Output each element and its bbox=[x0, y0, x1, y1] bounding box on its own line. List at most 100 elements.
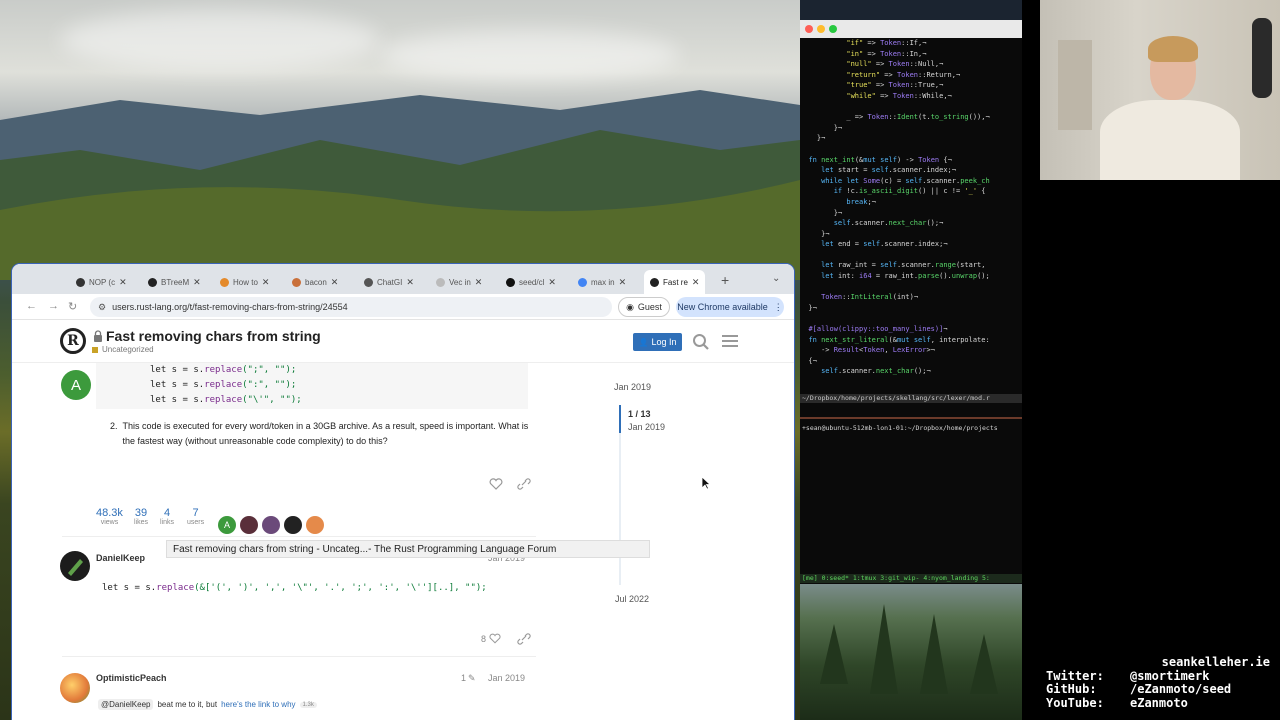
code-line: }¬ bbox=[800, 208, 843, 217]
hamburger-menu-icon[interactable] bbox=[722, 334, 738, 348]
close-icon[interactable]: ✕ bbox=[475, 277, 483, 288]
editor-code[interactable]: "if" => Token::If,¬ "in" => Token::In,¬ … bbox=[800, 38, 1022, 394]
forward-icon[interactable]: → bbox=[48, 300, 59, 312]
close-icon[interactable]: ✕ bbox=[193, 277, 201, 288]
website-domain: seankelleher.ie bbox=[1161, 655, 1270, 669]
post-paragraph: 2. This code is executed for every word/… bbox=[110, 421, 529, 446]
avatar[interactable]: A bbox=[61, 370, 91, 400]
close-icon[interactable]: ✕ bbox=[406, 277, 414, 288]
browser-window: NOP (c ✕ BTreeM ✕ How to ✕ bacon ✕ ChatGI ✕ V… bbox=[12, 264, 794, 720]
timeline-position-date: Jan 2019 bbox=[628, 422, 666, 432]
back-icon[interactable]: ← bbox=[26, 300, 37, 312]
inline-link[interactable]: here's the link to why bbox=[221, 700, 295, 709]
avatar-image bbox=[68, 559, 83, 576]
more-vert-icon[interactable]: ⋮ bbox=[774, 302, 783, 313]
social-row-github: GitHub:/eZanmoto/seed bbox=[1046, 682, 1232, 696]
like-count[interactable]: 8 bbox=[481, 633, 501, 644]
site-settings-icon[interactable]: ⚙ bbox=[98, 302, 106, 313]
tab-max-in[interactable]: max in ✕ bbox=[578, 270, 626, 294]
edit-count[interactable]: 1 ✎ bbox=[461, 673, 476, 684]
code-line: }¬ bbox=[800, 134, 826, 143]
tab-favicon bbox=[364, 277, 373, 287]
pane-divider[interactable] bbox=[800, 417, 1022, 419]
tab-fast-removing[interactable]: Fast re ✕ bbox=[644, 270, 706, 294]
desktop-wallpaper-forest bbox=[800, 584, 1022, 720]
social-row-twitter: Twitter: @smortimerk bbox=[1046, 668, 1210, 683]
code-line: "while" => Token::While,¬ bbox=[846, 91, 952, 100]
link-icon[interactable] bbox=[517, 633, 531, 645]
topic-title[interactable]: Fast removing chars from string bbox=[106, 328, 321, 344]
webcam-background-bag bbox=[1252, 18, 1272, 98]
link-icon[interactable] bbox=[517, 478, 531, 490]
close-icon[interactable]: ✕ bbox=[262, 277, 270, 288]
participant-avatar[interactable] bbox=[306, 516, 324, 534]
new-chrome-available-button[interactable]: New Chrome available ⋮ bbox=[676, 297, 784, 317]
site-header: R Fast removing chars from string Uncate… bbox=[12, 321, 794, 363]
tab-btreem[interactable]: BTreeM ✕ bbox=[148, 270, 201, 294]
shell-prompt[interactable]: +sean@ubuntu-512mb-lon1-01:~/Dropbox/hom… bbox=[802, 424, 1022, 432]
social-links-overlay: seankelleher.ie Twitter: @smortimerk GitH… bbox=[1046, 655, 1276, 710]
code-line: #[allow(clippy::too_many_lines)]¬ bbox=[808, 325, 948, 334]
close-icon[interactable]: ✕ bbox=[548, 277, 556, 288]
tab-favicon bbox=[220, 277, 229, 287]
login-button[interactable]: 👤 Log In bbox=[633, 333, 682, 351]
reload-icon[interactable]: ↻ bbox=[68, 300, 77, 313]
code-line: fn next_str_literal(&mut self, interpola… bbox=[808, 335, 990, 344]
code-line: "in" => Token::In,¬ bbox=[846, 49, 927, 58]
category-badge[interactable]: Uncategorized bbox=[92, 345, 154, 354]
post-author[interactable]: OptimisticPeach bbox=[96, 673, 167, 683]
rust-logo[interactable]: R bbox=[60, 328, 86, 354]
tab-bacon[interactable]: bacon ✕ bbox=[292, 270, 338, 294]
tab-nop[interactable]: NOP (c ✕ bbox=[76, 270, 127, 294]
stat-users: 7 users bbox=[187, 507, 205, 526]
heart-icon bbox=[489, 633, 501, 644]
new-tab-icon[interactable]: + bbox=[721, 272, 729, 288]
timeline-handle[interactable] bbox=[619, 405, 621, 433]
avatar[interactable] bbox=[60, 673, 90, 703]
avatar[interactable] bbox=[60, 551, 90, 581]
tab-how-to[interactable]: How to ✕ bbox=[220, 270, 269, 294]
heart-icon[interactable] bbox=[489, 478, 503, 490]
stat-links[interactable]: 4 links bbox=[160, 507, 174, 526]
timeline-start-date[interactable]: Jan 2019 bbox=[614, 382, 651, 392]
maximize-window-button[interactable] bbox=[829, 25, 837, 33]
code-line: let end = self.scanner.index;¬ bbox=[821, 240, 948, 249]
close-icon[interactable]: ✕ bbox=[619, 277, 627, 288]
close-icon[interactable]: ✕ bbox=[119, 277, 127, 288]
code-block: let s = s.replace(";", ""); let s = s.re… bbox=[96, 361, 528, 409]
code-line-1: let s = s.replace(";", ""); bbox=[150, 365, 297, 375]
rust-icon bbox=[650, 277, 659, 287]
search-icon[interactable] bbox=[692, 333, 710, 351]
webcam-person-hair bbox=[1148, 36, 1198, 62]
post-author[interactable]: DanielKeep bbox=[96, 553, 145, 563]
editor-statusline: ~/Dropbox/home/projects/skellang/src/lex… bbox=[800, 394, 1022, 403]
user-mention[interactable]: @DanielKeep bbox=[98, 699, 154, 710]
code-line: self.scanner.next_char();¬ bbox=[833, 219, 944, 228]
close-icon[interactable]: ✕ bbox=[692, 277, 700, 288]
post-date[interactable]: Jan 2019 bbox=[488, 673, 525, 683]
participant-avatar[interactable]: A bbox=[218, 516, 236, 534]
participant-avatar[interactable] bbox=[284, 516, 302, 534]
close-window-button[interactable] bbox=[805, 25, 813, 33]
guest-profile-button[interactable]: ◉ Guest bbox=[618, 297, 670, 317]
divider bbox=[62, 536, 536, 537]
code-line: while let Some(c) = self.scanner.peek_ch bbox=[821, 176, 990, 185]
chevron-down-icon[interactable]: ⌄ bbox=[772, 273, 780, 284]
close-icon[interactable]: ✕ bbox=[331, 277, 339, 288]
participant-avatar[interactable] bbox=[262, 516, 280, 534]
minimize-window-button[interactable] bbox=[817, 25, 825, 33]
address-bar[interactable]: ⚙ users.rust-lang.org/t/fast-removing-ch… bbox=[90, 297, 612, 317]
tab-chatgpt[interactable]: ChatGI ✕ bbox=[364, 270, 414, 294]
tab-favicon bbox=[436, 277, 445, 287]
code-line: Token::IntLiteral(int)¬ bbox=[821, 293, 919, 302]
tab-seed[interactable]: seed/cl ✕ bbox=[506, 270, 556, 294]
code-line: "null" => Token::Null,¬ bbox=[846, 60, 944, 69]
participant-avatar[interactable] bbox=[240, 516, 258, 534]
profile-icon: ◉ bbox=[626, 301, 634, 312]
tab-vec-in[interactable]: Vec in ✕ bbox=[436, 270, 482, 294]
divider bbox=[62, 656, 536, 657]
timeline-end-date[interactable]: Jul 2022 bbox=[615, 594, 649, 604]
